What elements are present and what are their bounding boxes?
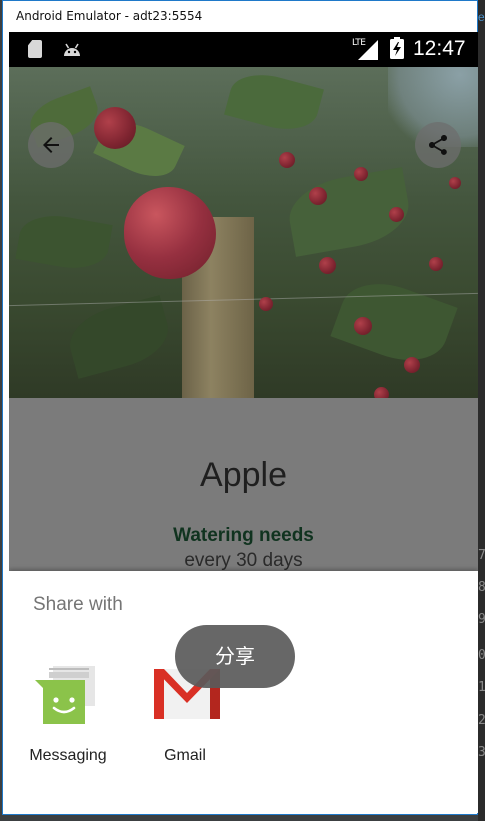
emulator-window: Android Emulator - adt23:5554 LTE 12:47 xyxy=(2,0,478,815)
status-clock: 12:47 xyxy=(413,37,466,60)
share-sheet-title: Share with xyxy=(33,594,123,615)
plant-name: Apple xyxy=(200,456,287,494)
watering-heading: Watering needs xyxy=(173,525,314,546)
plant-photo xyxy=(9,67,478,398)
share-icon xyxy=(429,135,447,155)
battery-charging-icon xyxy=(390,37,404,59)
network-type: LTE xyxy=(352,38,366,48)
messaging-app-icon xyxy=(35,666,95,724)
sd-card-icon xyxy=(28,40,42,58)
android-screen: LTE 12:47 Apple Watering needs every 30 … xyxy=(9,32,478,813)
window-title: Android Emulator - adt23:5554 xyxy=(16,9,203,23)
status-bar: LTE 12:47 xyxy=(9,32,478,67)
window-titlebar[interactable]: Android Emulator - adt23:5554 xyxy=(3,1,477,32)
toast-message: 分享 xyxy=(175,625,295,688)
share-target-label: Messaging xyxy=(29,747,107,764)
share-button[interactable] xyxy=(415,122,461,168)
share-target-label: Gmail xyxy=(164,747,206,764)
share-target-messaging[interactable]: Messaging xyxy=(18,657,118,777)
share-sheet: Share with Messaging Gmail xyxy=(9,571,478,813)
android-debug-icon xyxy=(64,43,80,56)
watering-value: every 30 days xyxy=(184,550,303,571)
back-button[interactable] xyxy=(28,122,74,168)
background-editor-strip: e 7 8 9 0 1 2 3 xyxy=(478,0,485,821)
arrow-back-icon xyxy=(43,137,59,153)
